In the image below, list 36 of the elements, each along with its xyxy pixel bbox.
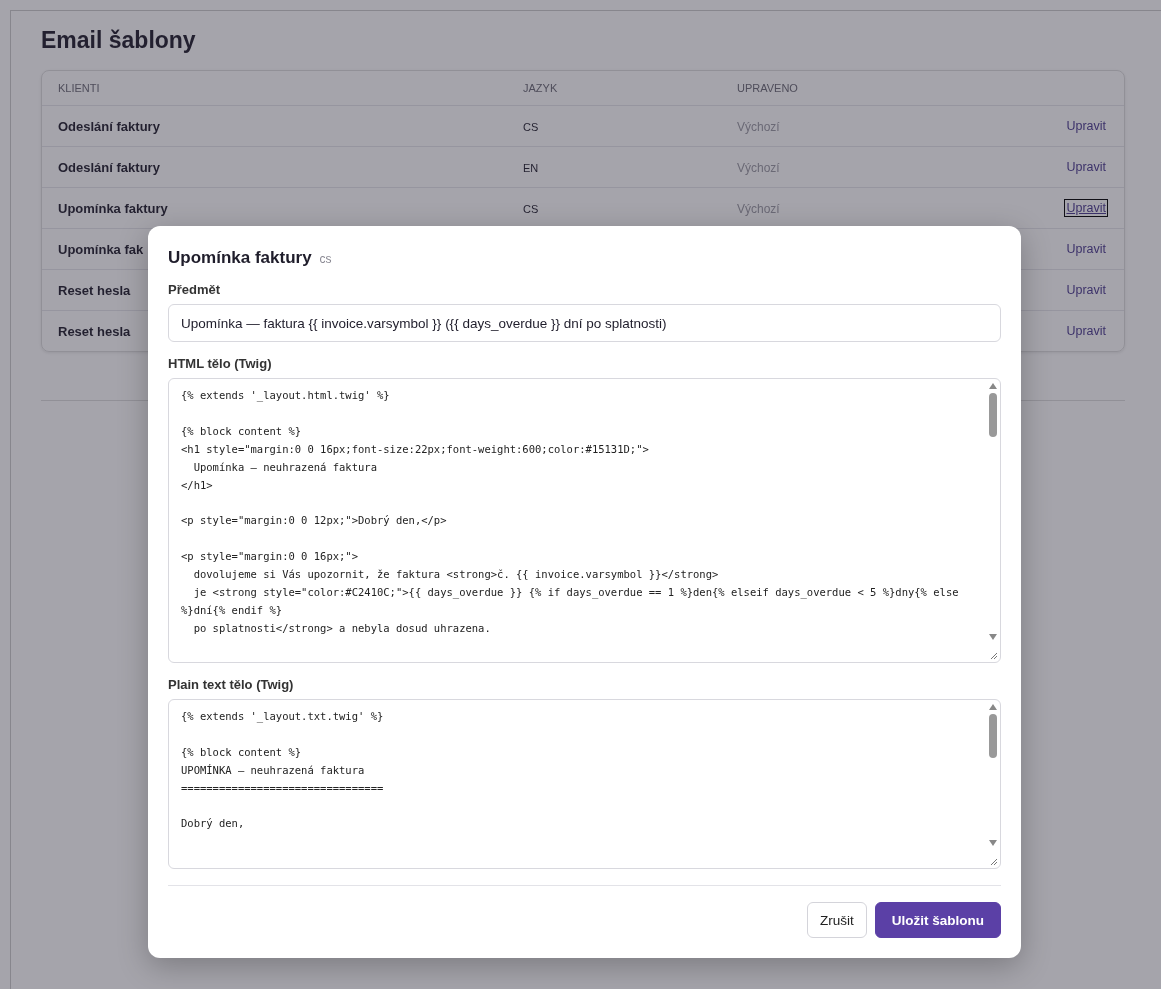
subject-field[interactable]: Upomínka — faktura {{ invoice.varsymbol }} ({{ days_overdue }} dní po splatnosti) xyxy=(168,304,1001,342)
scrollbar[interactable] xyxy=(987,383,998,640)
language-cell: CS xyxy=(523,202,539,215)
column-header: UPRAVENO xyxy=(737,82,799,94)
resize-handle-icon[interactable] xyxy=(988,650,998,660)
column-header: KLIENTI xyxy=(58,82,101,94)
modal-title: Upomínka faktury xyxy=(168,248,312,268)
scrollbar[interactable] xyxy=(987,704,998,846)
plain-body-field[interactable]: {% extends '_layout.txt.twig' %} {% block content %} UPOMÍNKA – neuhrazená faktura ================================ Dobrý den, xyxy=(168,699,1001,869)
edit-link[interactable]: Upravit xyxy=(1064,240,1108,258)
template-name: Upomínka fak xyxy=(58,241,144,257)
plain-body-label: Plain text tělo (Twig) xyxy=(168,677,295,692)
language-code: cs xyxy=(319,252,332,266)
html-body-label: HTML tělo (Twig) xyxy=(168,356,273,371)
cancel-button[interactable]: Zrušit xyxy=(807,902,867,938)
template-name: Upomínka faktury xyxy=(58,200,168,216)
language-cell: CS xyxy=(523,120,539,133)
edit-link[interactable]: Upravit xyxy=(1064,199,1108,217)
template-name: Reset hesla xyxy=(58,323,131,339)
template-name: Reset hesla xyxy=(58,282,131,298)
save-button[interactable]: Uložit šablonu xyxy=(874,902,1001,938)
edit-link[interactable]: Upravit xyxy=(1064,158,1108,176)
edit-link[interactable]: Upravit xyxy=(1064,117,1108,135)
subject-label: Předmět xyxy=(168,282,222,297)
modified-cell: Výchozí xyxy=(737,160,780,175)
page-title: Email šablony xyxy=(41,27,197,54)
edit-link[interactable]: Upravit xyxy=(1064,281,1108,299)
modified-cell: Výchozí xyxy=(737,201,780,216)
html-body-field[interactable]: {% extends '_layout.html.twig' %} {% block content %} <h1 style="margin:0 0 16px;font-size:22px;font-weight:600;color:#15131D;"> Upomínka – neuhrazená faktura </h1> <p style="margin:0 0 12px;">Dobrý den,</p> <p style="margin:0 0 16px;"> dovolujeme si Vás upozornit, že faktura <strong>č. {{ invoice.varsymbol }}</strong> je <strong style="color:#C2410C;">{{ days_overdue }} {% if days_overdue == 1 %}den{% elseif days_overdue < 5 %}dny{% else %}dní{% endif %} po splatnosti</strong> a nebyla dosud uhrazena. xyxy=(168,378,1001,663)
language-cell: EN xyxy=(523,161,539,174)
edit-link[interactable]: Upravit xyxy=(1064,322,1108,340)
resize-handle-icon[interactable] xyxy=(988,856,998,866)
template-name: Odeslání faktury xyxy=(58,118,160,134)
column-header: JAZYK xyxy=(523,82,559,94)
modified-cell: Výchozí xyxy=(737,119,780,134)
template-name: Odeslání faktury xyxy=(58,159,160,175)
